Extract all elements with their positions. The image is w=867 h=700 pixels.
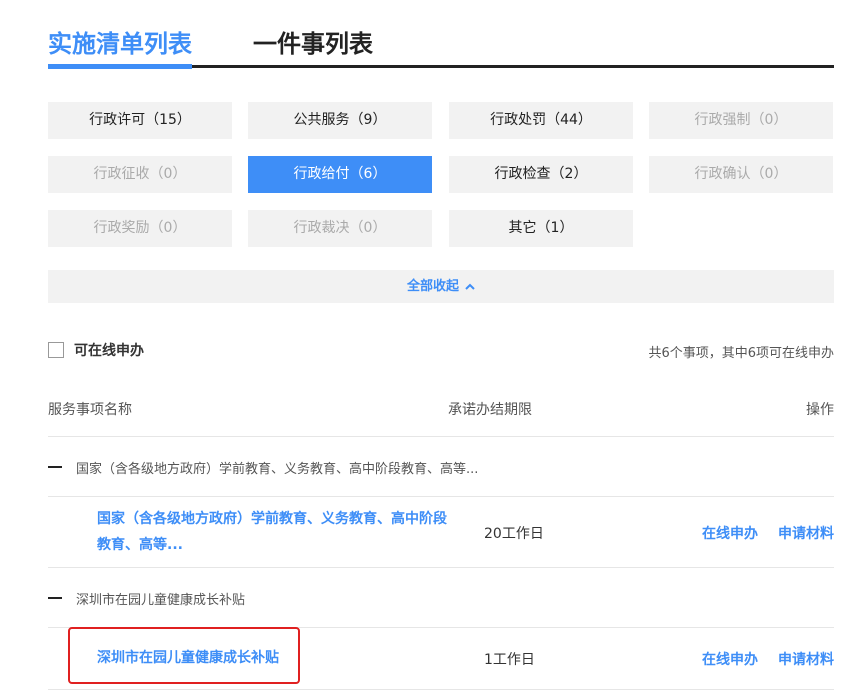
divider bbox=[48, 689, 834, 690]
category-admin-license[interactable]: 行政许可（15） bbox=[48, 102, 232, 139]
tab-active-indicator bbox=[48, 64, 192, 69]
header-service-name: 服务事项名称 bbox=[48, 402, 132, 418]
category-admin-enforcement[interactable]: 行政强制（0） bbox=[649, 102, 833, 139]
category-public-service[interactable]: 公共服务（9） bbox=[248, 102, 432, 139]
category-admin-levy[interactable]: 行政征收（0） bbox=[48, 156, 232, 193]
category-admin-benefit[interactable]: 行政给付（6） bbox=[248, 156, 432, 193]
header-deadline: 承诺办结期限 bbox=[448, 402, 532, 418]
application-materials-link[interactable]: 申请材料 bbox=[778, 523, 834, 543]
group-title: 深圳市在园儿童健康成长补贴 bbox=[76, 592, 246, 608]
collapse-minus-icon bbox=[48, 597, 62, 599]
category-admin-penalty[interactable]: 行政处罚（44） bbox=[449, 102, 633, 139]
service-item-link[interactable]: 国家（含各级地方政府）学前教育、义务教育、高中阶段 教育、高等... bbox=[97, 506, 447, 558]
apply-online-link[interactable]: 在线申办 bbox=[702, 523, 758, 543]
collapse-all-label: 全部收起 bbox=[406, 279, 459, 294]
result-summary: 共6个事项，其中6项可在线申办 bbox=[648, 346, 834, 361]
group-header[interactable]: 深圳市在园儿童健康成长补贴 bbox=[48, 588, 245, 608]
collapse-minus-icon bbox=[48, 466, 62, 468]
group-title: 国家（含各级地方政府）学前教育、义务教育、高中阶段教育、高等... bbox=[76, 461, 479, 477]
divider bbox=[48, 496, 834, 497]
service-item-name-line1: 国家（含各级地方政府）学前教育、义务教育、高中阶段 bbox=[97, 511, 447, 527]
category-admin-inspection[interactable]: 行政检查（2） bbox=[449, 156, 633, 193]
checkbox-box[interactable] bbox=[48, 342, 64, 358]
header-operation: 操作 bbox=[806, 402, 834, 418]
online-filter-label: 可在线申办 bbox=[74, 343, 144, 359]
tab-one-thing-list[interactable]: 一件事列表 bbox=[253, 24, 373, 59]
highlight-annotation bbox=[68, 627, 300, 684]
category-admin-ruling[interactable]: 行政裁决（0） bbox=[248, 210, 432, 247]
tab-bar: 实施清单列表 一件事列表 bbox=[48, 0, 834, 70]
category-other[interactable]: 其它（1） bbox=[449, 210, 633, 247]
apply-online-link[interactable]: 在线申办 bbox=[702, 649, 758, 669]
service-item-deadline: 20工作日 bbox=[484, 526, 544, 542]
application-materials-link[interactable]: 申请材料 bbox=[778, 649, 834, 669]
service-item-name-line2: 教育、高等... bbox=[97, 537, 183, 553]
group-header[interactable]: 国家（含各级地方政府）学前教育、义务教育、高中阶段教育、高等... bbox=[48, 457, 478, 477]
service-item-deadline: 1工作日 bbox=[484, 652, 535, 668]
category-admin-confirmation[interactable]: 行政确认（0） bbox=[649, 156, 833, 193]
divider bbox=[48, 567, 834, 568]
category-admin-reward[interactable]: 行政奖励（0） bbox=[48, 210, 232, 247]
chevron-up-icon bbox=[465, 270, 475, 303]
divider bbox=[48, 436, 834, 437]
online-filter-checkbox[interactable]: 可在线申办 bbox=[48, 340, 144, 360]
tab-implementation-list[interactable]: 实施清单列表 bbox=[48, 24, 192, 59]
collapse-all-button[interactable]: 全部收起 bbox=[48, 270, 834, 303]
